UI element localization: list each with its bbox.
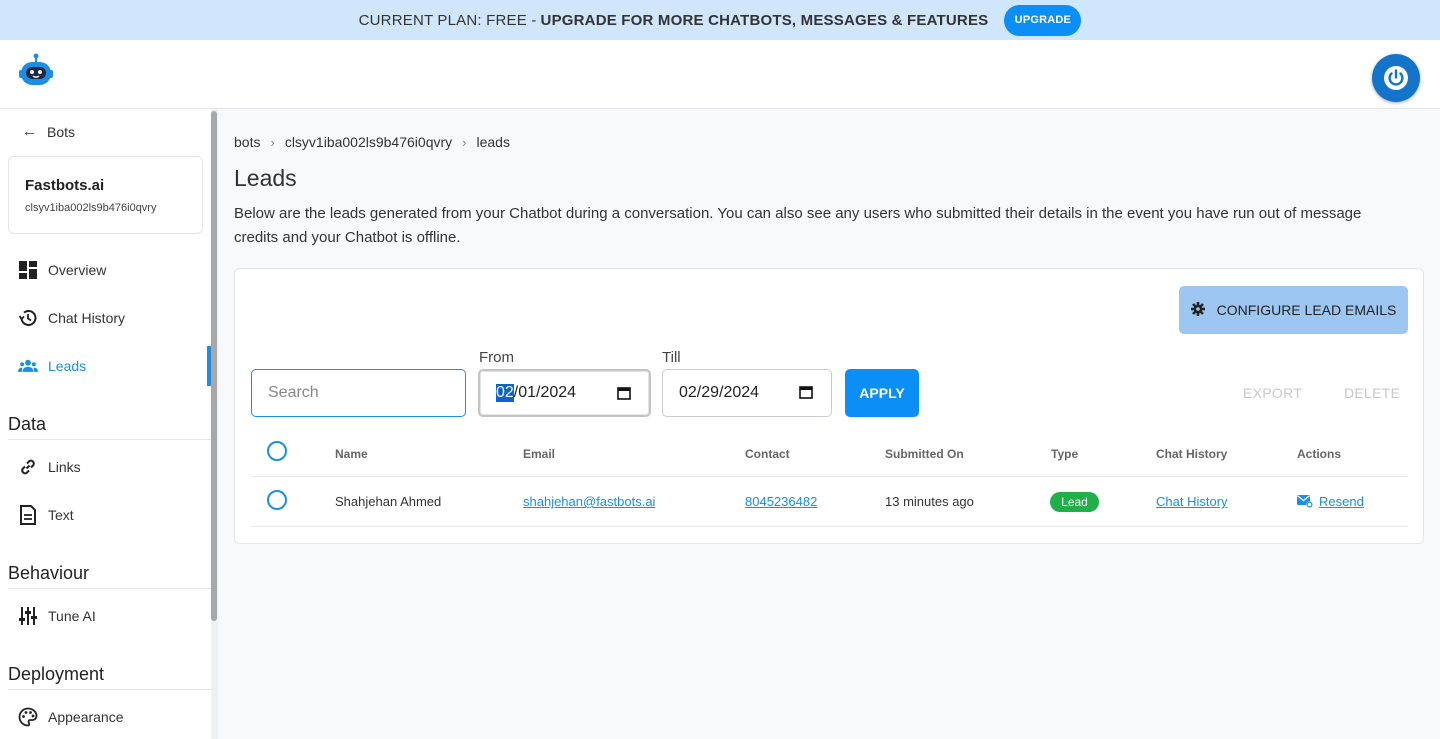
sidebar: ← Bots Fastbots.ai clsyv1iba002ls9b476i0… [0, 109, 211, 739]
plan-text: CURRENT PLAN: FREE - [358, 11, 537, 29]
link-icon [18, 457, 38, 477]
sidebar-item-overview[interactable]: Overview [0, 250, 211, 290]
lead-type-badge: Lead [1050, 492, 1099, 512]
export-button[interactable]: EXPORT [1243, 385, 1302, 401]
search-input[interactable] [251, 369, 466, 417]
bot-id: clsyv1iba002ls9b476i0qvry [25, 202, 157, 214]
column-header-contact[interactable]: Contact [745, 447, 790, 461]
lead-submitted-on: 13 minutes ago [885, 494, 974, 509]
lead-name: Shahjehan Ahmed [335, 494, 442, 509]
sidebar-item-label: Chat History [48, 310, 126, 326]
calendar-icon[interactable] [617, 386, 631, 405]
chevron-right-icon: › [270, 134, 275, 150]
back-label: Bots [47, 123, 76, 140]
configure-label: CONFIGURE LEAD EMAILS [1216, 302, 1397, 318]
history-icon [18, 308, 38, 328]
sidebar-item-label: Leads [48, 358, 87, 374]
page-description: Below are the leads generated from your … [234, 205, 1362, 246]
scrollbar-thumb[interactable] [211, 111, 217, 621]
from-label: From [479, 349, 514, 366]
breadcrumb-bot-id[interactable]: clsyv1iba002ls9b476i0qvry [285, 134, 452, 150]
breadcrumb-leads: leads [476, 134, 510, 150]
sidebar-item-label: Appearance [48, 709, 124, 725]
chat-history-link[interactable]: Chat History [1156, 494, 1228, 509]
table-divider [251, 476, 1408, 477]
till-date-value: 02/29/2024 [679, 384, 760, 401]
upgrade-message: UPGRADE FOR MORE CHATBOTS, MESSAGES & FE… [540, 11, 989, 29]
dashboard-icon [18, 260, 38, 280]
sidebar-item-links[interactable]: Links [0, 447, 211, 487]
from-month-segment: 02 [496, 384, 514, 402]
page-title: Leads [234, 165, 297, 191]
resend-link: Resend [1319, 494, 1364, 509]
column-header-chat-history[interactable]: Chat History [1156, 447, 1227, 461]
column-header-email[interactable]: Email [523, 447, 555, 461]
delete-button[interactable]: DELETE [1344, 385, 1400, 401]
till-label: Till [662, 349, 681, 366]
section-data: Data [8, 414, 211, 440]
from-date-rest: /01/2024 [513, 384, 577, 401]
section-deployment: Deployment [8, 664, 211, 690]
column-header-type[interactable]: Type [1051, 447, 1078, 461]
sidebar-item-label: Links [48, 459, 81, 475]
chevron-right-icon: › [462, 134, 467, 150]
palette-icon [18, 707, 38, 727]
sidebar-item-text[interactable]: Text [0, 495, 211, 535]
column-header-name[interactable]: Name [335, 447, 368, 461]
row-checkbox[interactable] [267, 490, 287, 510]
section-behaviour: Behaviour [8, 563, 211, 589]
sidebar-item-tune-ai[interactable]: Tune AI [0, 596, 211, 636]
calendar-icon[interactable] [799, 385, 813, 404]
apply-button[interactable]: APPLY [845, 369, 919, 417]
sidebar-item-chat-history[interactable]: Chat History [0, 298, 211, 338]
breadcrumb: bots › clsyv1iba002ls9b476i0qvry › leads [234, 134, 510, 150]
till-date-input[interactable]: 02/29/2024 [662, 369, 832, 417]
gear-icon [1190, 301, 1205, 319]
select-all-checkbox[interactable] [267, 441, 287, 461]
document-icon [18, 505, 38, 525]
resend-action[interactable]: Resend [1297, 494, 1364, 509]
bot-name: Fastbots.ai [25, 177, 105, 194]
back-to-bots-link[interactable]: ← Bots [22, 123, 75, 140]
sidebar-item-label: Overview [48, 262, 107, 278]
plan-banner: CURRENT PLAN: FREE - UPGRADE FOR MORE CH… [0, 0, 1440, 40]
sidebar-item-label: Tune AI [48, 608, 96, 624]
resend-email-icon [1297, 495, 1313, 508]
column-header-actions: Actions [1297, 447, 1342, 461]
leads-panel: CONFIGURE LEAD EMAILS From 02/01/2024 Ti… [234, 268, 1424, 544]
sliders-icon [18, 606, 38, 626]
robot-logo-icon[interactable] [18, 53, 54, 89]
sidebar-item-label: Text [48, 507, 74, 523]
column-header-submitted-on[interactable]: Submitted On [885, 447, 964, 461]
from-date-input[interactable]: 02/01/2024 [478, 369, 651, 417]
lead-contact-link[interactable]: 8045236482 [745, 494, 817, 509]
sidebar-scrollbar[interactable] [211, 109, 218, 739]
breadcrumb-bots[interactable]: bots [234, 134, 260, 150]
configure-lead-emails-button[interactable]: CONFIGURE LEAD EMAILS [1179, 286, 1408, 334]
people-icon [18, 356, 38, 376]
sidebar-item-appearance[interactable]: Appearance [0, 697, 211, 737]
bot-card: Fastbots.ai clsyv1iba002ls9b476i0qvry [8, 156, 203, 234]
power-icon[interactable] [1372, 54, 1420, 102]
lead-email-link[interactable]: shahjehan@fastbots.ai [523, 494, 655, 509]
arrow-left-icon: ← [22, 123, 37, 140]
table-divider [251, 526, 1408, 527]
upgrade-button[interactable]: UPGRADE [1004, 4, 1082, 36]
sidebar-item-leads[interactable]: Leads [0, 346, 211, 386]
top-bar [0, 40, 1440, 109]
